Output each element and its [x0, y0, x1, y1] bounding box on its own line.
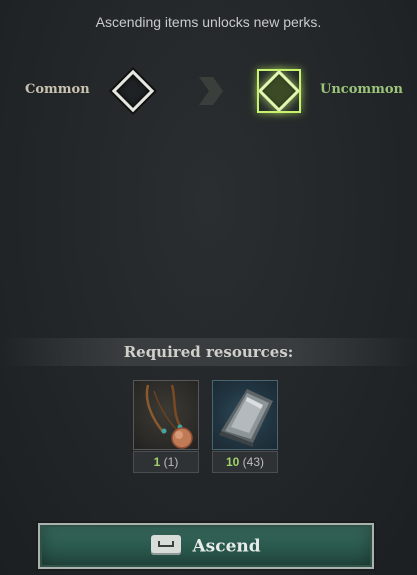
resource-count-metal-ingot: 10 (43) [212, 451, 278, 473]
resource-count-amulet: 1 (1) [133, 451, 199, 473]
resource-card-metal-ingot[interactable]: 10 (43) [212, 380, 278, 474]
uncommon-tier-frame [254, 66, 304, 116]
ascend-button[interactable]: Ascend [38, 523, 374, 569]
owned-amount: (43) [242, 455, 265, 469]
common-tier-diamond-icon [111, 69, 155, 113]
spacebar-key-icon [151, 535, 182, 555]
required-resources-header: Required resources: [0, 338, 417, 366]
required-amount: 1 [153, 455, 161, 469]
arrow-right-icon [199, 77, 223, 105]
tier-progression: Common Uncommon [0, 62, 417, 120]
ascend-button-content: Ascend [40, 525, 372, 567]
current-tier-label: Common [25, 82, 90, 97]
resource-card-amulet[interactable]: 1 (1) [133, 380, 199, 474]
required-amount: 10 [225, 455, 240, 469]
ascend-button-label: Ascend [192, 536, 261, 557]
owned-amount: (1) [163, 455, 179, 469]
required-resources-title: Required resources: [123, 343, 294, 361]
metal-ingot-icon [212, 380, 278, 450]
ascend-hint-text: Ascending items unlocks new perks. [95, 14, 322, 30]
amulet-icon [133, 380, 199, 450]
next-tier-label: Uncommon [320, 82, 404, 97]
